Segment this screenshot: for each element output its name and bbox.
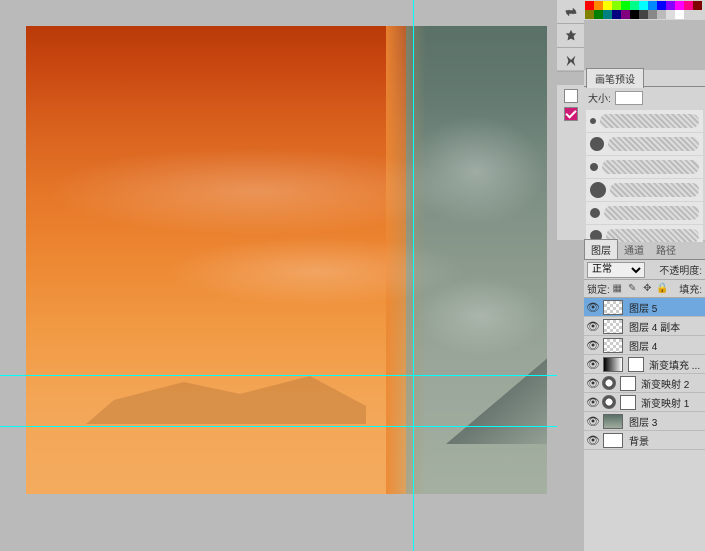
- brush-preset-list[interactable]: [584, 108, 705, 250]
- option-check[interactable]: [564, 89, 578, 103]
- swap-colors-icon[interactable]: [557, 0, 584, 24]
- visibility-icon[interactable]: 👁: [586, 376, 600, 390]
- brush-preset-item[interactable]: [586, 110, 703, 132]
- visibility-icon[interactable]: 👁: [586, 395, 600, 409]
- swatches-panel[interactable]: [584, 0, 705, 20]
- lock-fill-row: 锁定: ▦ ✎ ✥ 🔒 填充:: [584, 280, 705, 298]
- brush-size-input[interactable]: [615, 91, 643, 105]
- layer-name[interactable]: 图层 4 副本: [629, 319, 680, 334]
- lock-position-icon[interactable]: ✥: [641, 282, 654, 295]
- layer-row[interactable]: 👁 图层 4 副本: [584, 317, 705, 336]
- guide-horizontal[interactable]: [0, 375, 557, 376]
- cloud-shape: [406, 116, 546, 226]
- pin-icon[interactable]: [557, 24, 584, 48]
- layer-thumbnail[interactable]: [603, 300, 623, 315]
- lock-label: 锁定:: [587, 281, 610, 296]
- brush-size-row: 大小:: [584, 87, 705, 108]
- document-canvas[interactable]: [26, 26, 547, 494]
- cloud-shape: [46, 146, 466, 236]
- layer-thumbnail[interactable]: [603, 338, 623, 353]
- layer-row[interactable]: 👁 背景: [584, 431, 705, 450]
- layer-row[interactable]: 👁 渐变映射 2: [584, 374, 705, 393]
- layer-name[interactable]: 图层 3: [629, 414, 657, 429]
- blend-opacity-row: 正常 不透明度:: [584, 260, 705, 280]
- layer-row[interactable]: 👁 渐变填充 ...: [584, 355, 705, 374]
- cloud-shape: [416, 276, 546, 356]
- layer-mask-thumbnail[interactable]: [620, 395, 636, 410]
- tab-channels[interactable]: 通道: [618, 240, 650, 259]
- layer-thumbnail[interactable]: [603, 433, 623, 448]
- visibility-icon[interactable]: 👁: [586, 300, 600, 314]
- lock-transparent-icon[interactable]: ▦: [611, 282, 624, 295]
- layers-panel: 图层 通道 路径 正常 不透明度: 锁定: ▦ ✎ ✥ 🔒 填充: 👁 图层 5: [584, 242, 705, 551]
- layer-name[interactable]: 渐变映射 2: [641, 376, 689, 391]
- layer-row[interactable]: 👁 图层 4: [584, 336, 705, 355]
- tab-layers[interactable]: 图层: [584, 239, 618, 259]
- layer-row[interactable]: 👁 图层 3: [584, 412, 705, 431]
- layer-name[interactable]: 图层 4: [629, 338, 657, 353]
- layer-thumbnail[interactable]: [603, 319, 623, 334]
- visibility-icon[interactable]: 👁: [586, 319, 600, 333]
- blend-mode-select[interactable]: 正常: [587, 262, 645, 278]
- tab-paths[interactable]: 路径: [650, 240, 682, 259]
- adjustment-icon[interactable]: [602, 376, 616, 390]
- layer-row[interactable]: 👁 渐变映射 1: [584, 393, 705, 412]
- brush-preset-item[interactable]: [586, 179, 703, 201]
- brush-preset-item[interactable]: [586, 202, 703, 224]
- adjustment-icon[interactable]: [602, 395, 616, 409]
- option-check-active[interactable]: [564, 107, 578, 121]
- layers-list[interactable]: 👁 图层 5 👁 图层 4 副本 👁 图层 4 👁 渐变填充 ...: [584, 298, 705, 551]
- brush-preset-item[interactable]: [586, 156, 703, 178]
- visibility-icon[interactable]: 👁: [586, 433, 600, 447]
- lock-all-icon[interactable]: 🔒: [656, 282, 669, 295]
- brush-size-label: 大小:: [588, 90, 611, 105]
- visibility-icon[interactable]: 👁: [586, 414, 600, 428]
- panel-tabs: 画笔预设: [584, 70, 705, 87]
- layer-name[interactable]: 渐变映射 1: [641, 395, 689, 410]
- layers-panel-tabs: 图层 通道 路径: [584, 242, 705, 260]
- brush-option-checks: [557, 85, 584, 240]
- panel-icon-strip: [557, 0, 584, 70]
- guide-vertical[interactable]: [413, 0, 414, 551]
- layer-mask-thumbnail[interactable]: [628, 357, 644, 372]
- opacity-label: 不透明度:: [659, 262, 702, 277]
- tools-icon[interactable]: [557, 48, 584, 72]
- brush-presets-panel: 画笔预设 大小:: [584, 70, 705, 240]
- lock-paint-icon[interactable]: ✎: [626, 282, 639, 295]
- layer-name[interactable]: 背景: [629, 433, 649, 448]
- tab-brush-presets[interactable]: 画笔预设: [586, 68, 644, 88]
- brush-preset-item[interactable]: [586, 133, 703, 155]
- layer-mask-thumbnail[interactable]: [620, 376, 636, 391]
- layer-name[interactable]: 图层 5: [629, 300, 657, 315]
- right-panels-column: 画笔预设 大小: 图层 通道 路径 正常 不透明度: 锁定:: [557, 0, 705, 551]
- visibility-icon[interactable]: 👁: [586, 338, 600, 352]
- guide-horizontal[interactable]: [0, 426, 557, 427]
- layer-name[interactable]: 渐变填充 ...: [649, 357, 700, 372]
- layer-thumbnail[interactable]: [603, 357, 623, 372]
- layer-row[interactable]: 👁 图层 5: [584, 298, 705, 317]
- canvas-area[interactable]: [0, 0, 557, 551]
- layer-thumbnail[interactable]: [603, 414, 623, 429]
- fill-label: 填充:: [679, 281, 702, 296]
- visibility-icon[interactable]: 👁: [586, 357, 600, 371]
